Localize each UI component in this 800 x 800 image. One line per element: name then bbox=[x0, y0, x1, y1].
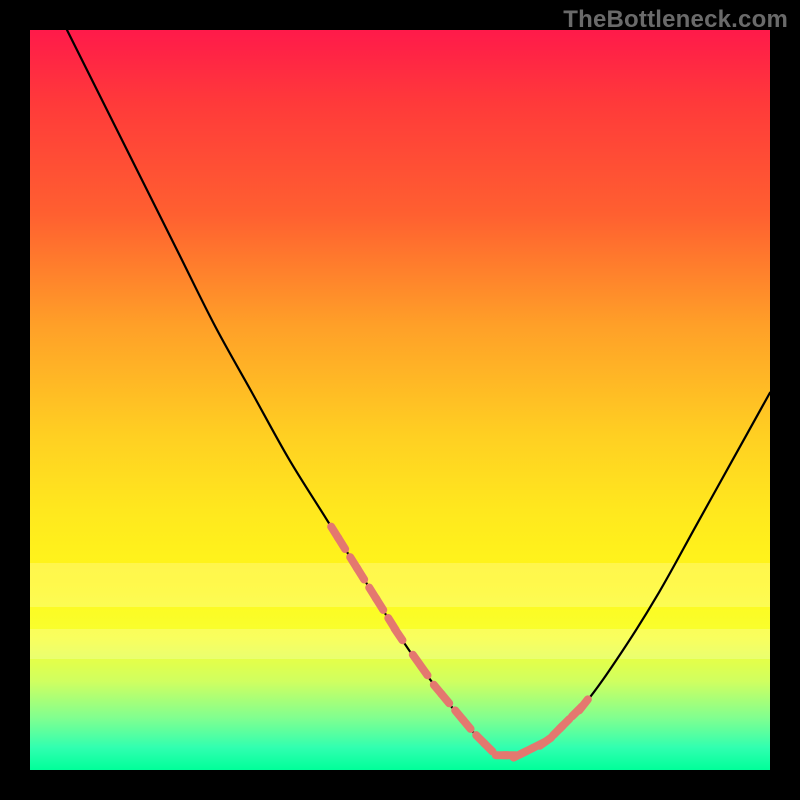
bottleneck-curve bbox=[30, 0, 770, 758]
marker-dash bbox=[540, 738, 551, 746]
curve-svg bbox=[30, 30, 770, 770]
marker-dash bbox=[484, 743, 492, 751]
marker-dash bbox=[560, 719, 570, 729]
marker-dash bbox=[376, 598, 383, 610]
plot-area bbox=[30, 30, 770, 770]
marker-dash bbox=[357, 568, 364, 580]
chart-container: TheBottleneck.com bbox=[0, 0, 800, 800]
curve-markers bbox=[331, 527, 588, 758]
marker-dash bbox=[338, 537, 345, 549]
marker-dash bbox=[579, 699, 588, 710]
marker-dash bbox=[463, 720, 471, 729]
marker-dash bbox=[442, 694, 450, 703]
marker-dash bbox=[421, 666, 428, 676]
marker-dash bbox=[395, 629, 403, 641]
